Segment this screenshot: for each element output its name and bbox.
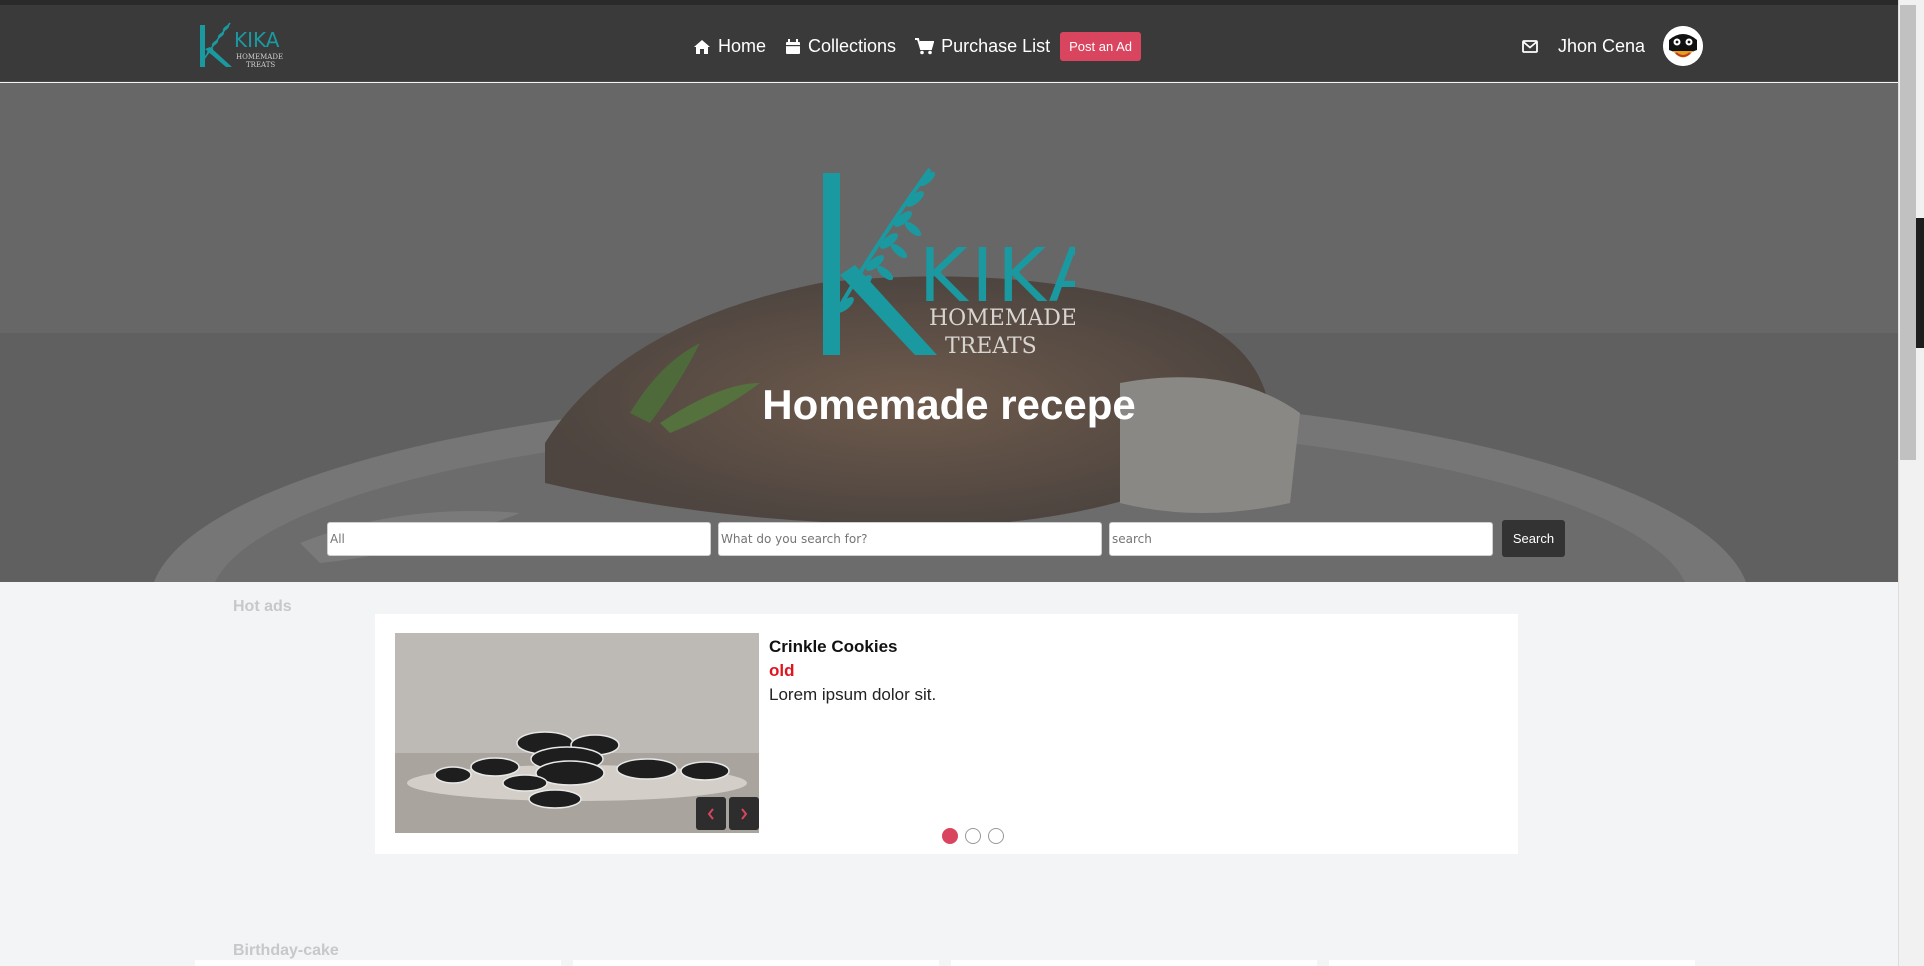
carousel-next-button[interactable] <box>729 797 759 830</box>
svg-text:TREATS: TREATS <box>945 334 1037 359</box>
nav-link-label: Home <box>718 36 767 56</box>
nav-link-home[interactable]: Home <box>693 36 766 57</box>
carousel-dot[interactable] <box>988 828 1004 844</box>
avatar[interactable] <box>1663 26 1704 66</box>
carousel-dot[interactable] <box>965 828 981 844</box>
product-card[interactable] <box>951 960 1317 966</box>
search-button[interactable]: Search <box>1502 520 1565 557</box>
hot-ads-carousel: Crinkle Cookies old Lorem ipsum dolor si… <box>375 614 1518 854</box>
home-icon <box>694 39 710 54</box>
product-card[interactable] <box>195 960 561 966</box>
nav-link-label: Purchase List <box>941 36 1051 56</box>
user-menu: Jhon Cena <box>1522 26 1704 66</box>
navbar: KIKA HOMEMADE TREATS Home Collections Pu… <box>0 5 1898 82</box>
carousel-prev-button[interactable] <box>696 797 726 830</box>
post-ad-button[interactable]: Post an Ad <box>1060 32 1142 61</box>
hero-title: Homemade recepe <box>762 381 1136 428</box>
envelope-icon[interactable] <box>1522 39 1538 53</box>
birthday-cake-heading: Birthday-cake <box>233 942 339 959</box>
item-title[interactable]: Crinkle Cookies <box>769 637 898 657</box>
scrollbar-edge <box>1916 218 1924 348</box>
svg-text:KIKA: KIKA <box>234 28 280 52</box>
main-nav: Home Collections Purchase List Post an A… <box>693 30 1142 63</box>
carousel-dot[interactable] <box>942 828 958 844</box>
search-query-input[interactable] <box>718 521 1102 556</box>
svg-text:HOMEMADE: HOMEMADE <box>929 306 1075 331</box>
product-card[interactable] <box>1329 960 1695 966</box>
chevron-left-icon <box>707 807 714 820</box>
scrollbar-thumb[interactable] <box>1900 5 1916 460</box>
brand-logo[interactable]: KIKA HOMEMADE TREATS <box>196 19 294 71</box>
chevron-right-icon <box>741 807 748 820</box>
hero-logo: KIKA HOMEMADE TREATS <box>823 167 1075 359</box>
cart-icon <box>915 38 935 55</box>
hot-ads-heading: Hot ads <box>233 598 292 615</box>
nav-link-label: Collections <box>808 36 897 56</box>
item-status-badge: old <box>769 661 795 680</box>
item-image[interactable] <box>395 633 759 833</box>
calendar-icon <box>786 38 801 54</box>
item-description: Lorem ipsum dolor sit. <box>769 685 937 704</box>
product-card[interactable] <box>573 960 939 966</box>
location-input[interactable] <box>1109 521 1493 556</box>
search-bar: Search <box>327 520 1565 557</box>
svg-text:HOMEMADE: HOMEMADE <box>236 53 283 61</box>
svg-text:TREATS: TREATS <box>246 61 275 69</box>
nav-link-collections[interactable]: Collections <box>785 36 896 57</box>
carousel-indicators <box>942 828 1011 844</box>
category-input[interactable] <box>327 521 711 556</box>
hero-banner: KIKA HOMEMADE TREATS Homemade recepe Sea… <box>0 83 1898 582</box>
nav-link-purchase-list[interactable]: Purchase List <box>915 36 1050 57</box>
user-name[interactable]: Jhon Cena <box>1558 36 1645 57</box>
